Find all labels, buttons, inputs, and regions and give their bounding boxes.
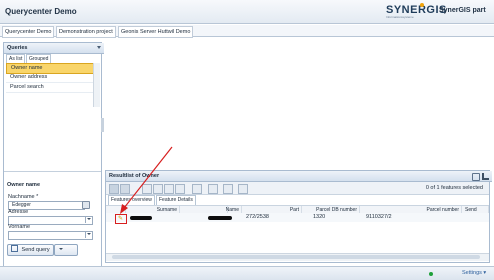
- redacted-surname: [130, 216, 152, 220]
- logo-tagline: Informationssysteme: [386, 15, 414, 19]
- grid-icon[interactable]: [109, 184, 119, 194]
- collapse-icon[interactable]: [97, 46, 101, 49]
- product-title: SynerGIS part: [439, 7, 486, 14]
- settings-icon[interactable]: [238, 184, 248, 194]
- query-item-parcel-search[interactable]: Parcel search: [6, 83, 96, 93]
- vorname-combo[interactable]: [8, 231, 93, 240]
- prev-icon[interactable]: [153, 184, 163, 194]
- result-h-scrollbar[interactable]: [106, 253, 489, 261]
- export-icon[interactable]: [208, 184, 218, 194]
- cell-part: 272/2538: [246, 214, 269, 220]
- tab-demonstration-project[interactable]: Demonstration project: [56, 26, 116, 38]
- list-icon[interactable]: [120, 184, 130, 194]
- query-item-owner-address[interactable]: Owner address: [6, 73, 96, 83]
- app-title: Querycenter Demo: [5, 7, 77, 16]
- settings-label: Settings: [462, 270, 482, 276]
- table-row[interactable]: 272/2538 1320 9110327/2: [106, 213, 489, 222]
- panel-splitter[interactable]: [101, 118, 104, 132]
- first-icon[interactable]: [142, 184, 152, 194]
- subtab-as-list[interactable]: As list: [6, 54, 26, 63]
- project-tabs: Querycenter Demo Demonstration project G…: [0, 25, 494, 38]
- subtab-grouped[interactable]: Grouped: [26, 54, 52, 63]
- map-area[interactable]: [104, 42, 492, 168]
- queries-panel-header: Queries: [4, 43, 104, 54]
- send-query-label: Send query: [21, 247, 50, 253]
- dropdown-icon[interactable]: [85, 216, 93, 223]
- settings-link[interactable]: Settings ▾: [462, 270, 486, 276]
- dropdown-icon[interactable]: [85, 231, 93, 238]
- last-icon[interactable]: [175, 184, 185, 194]
- form-section-title: Owner name: [7, 182, 41, 188]
- result-icon[interactable]: [472, 173, 480, 181]
- cell-parcel-db: 1320: [313, 214, 326, 220]
- connection-status-icon: [429, 272, 433, 276]
- print-icon[interactable]: [223, 184, 233, 194]
- queries-panel: Queries As list Grouped Owner name Owner…: [3, 42, 104, 272]
- cell-parcel-number: 9110327/2: [366, 214, 392, 220]
- send-icon: [11, 245, 18, 252]
- send-options-button[interactable]: [54, 244, 78, 256]
- send-query-button[interactable]: Send query: [7, 244, 54, 256]
- redacted-name: [208, 216, 232, 220]
- synergis-logo: SYNERGIS Informationssysteme: [386, 3, 446, 20]
- chevron-down-icon: [59, 248, 63, 250]
- result-panel: Resultlist of Owner 0 of 1 features sele…: [105, 170, 492, 263]
- label-vorname: Vorname: [8, 224, 31, 230]
- label-nachname: Nachname *: [8, 194, 39, 200]
- selection-count: 0 of 1 features selected: [425, 185, 483, 191]
- logo-dot: [420, 3, 424, 7]
- zoom-icon[interactable]: [192, 184, 202, 194]
- tab-geonis-server[interactable]: Geonis Server Huttwil Demo: [118, 26, 194, 38]
- camera-icon[interactable]: [82, 201, 90, 209]
- status-bar: Settings ▾: [0, 266, 494, 280]
- result-header: Resultlist of Owner: [106, 171, 492, 182]
- result-title: Resultlist of Owner: [109, 173, 160, 179]
- label-adresse: Adresse: [8, 209, 29, 215]
- queries-scrollbar[interactable]: [93, 63, 100, 107]
- tab-querycenter-demo[interactable]: Querycenter Demo: [2, 26, 55, 38]
- tab-features-overview[interactable]: Features overview: [108, 195, 155, 205]
- tab-feature-details[interactable]: Feature Details: [156, 195, 196, 205]
- panel-divider: [4, 171, 101, 172]
- pencil-icon[interactable]: ✎: [118, 216, 123, 222]
- edit-cell-highlight[interactable]: ✎: [115, 214, 127, 224]
- collapse-icon[interactable]: [482, 173, 489, 180]
- result-toolbar: 0 of 1 features selected: [106, 182, 489, 195]
- scroll-thumb[interactable]: [112, 255, 480, 259]
- next-icon[interactable]: [164, 184, 174, 194]
- queries-title: Queries: [7, 45, 28, 51]
